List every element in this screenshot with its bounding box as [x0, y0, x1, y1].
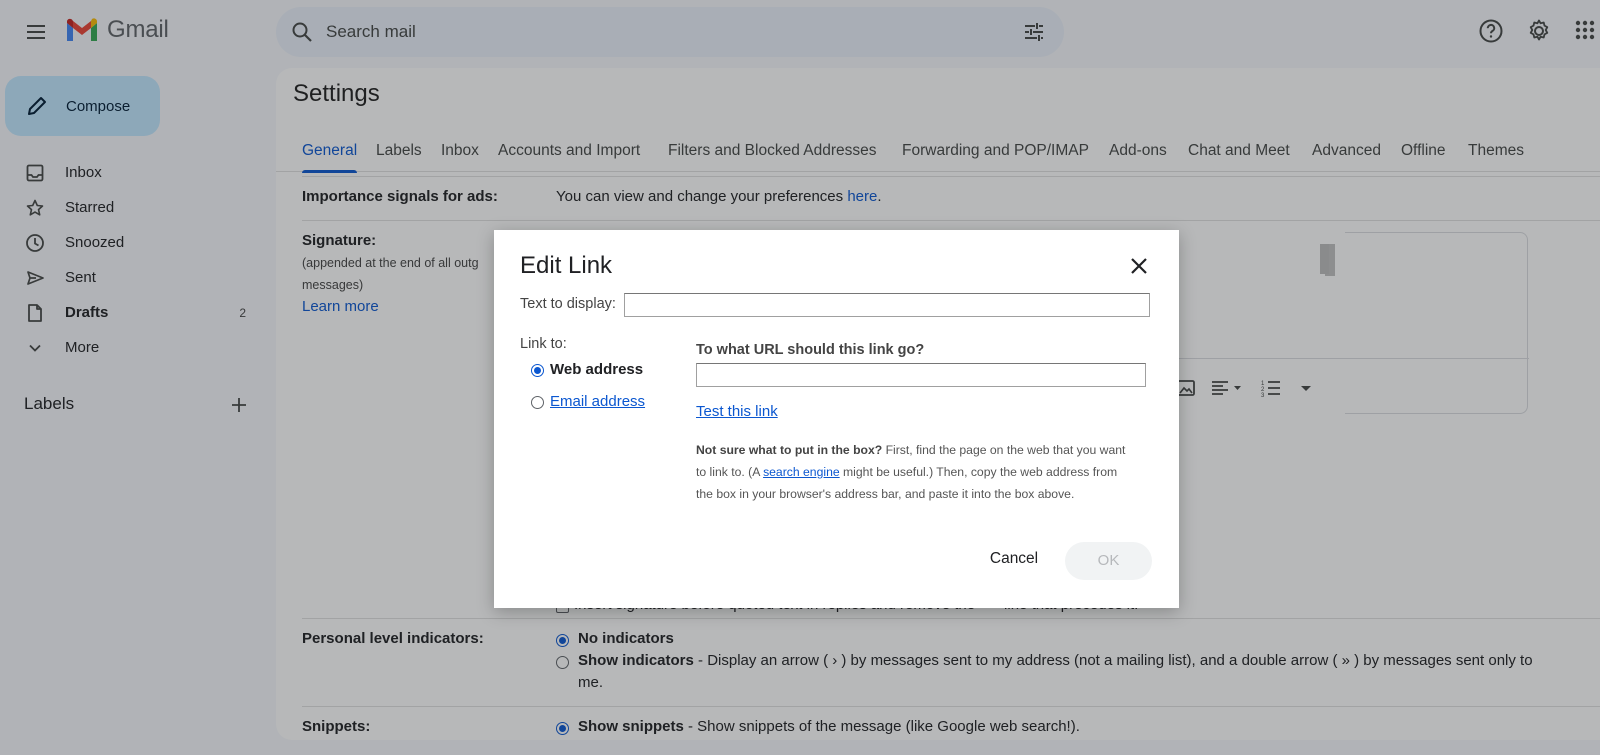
text-to-display-label: Text to display:	[520, 296, 616, 312]
url-help-text: Not sure what to put in the box? First, …	[696, 439, 1126, 505]
help-bold: Not sure what to put in the box?	[696, 443, 883, 457]
email-address-radio[interactable]	[531, 396, 544, 409]
dialog-title: Edit Link	[520, 252, 613, 279]
edit-link-dialog: Edit Link Text to display: Link to: Web …	[494, 230, 1179, 608]
search-engine-link[interactable]: search engine	[763, 465, 840, 479]
url-question: To what URL should this link go?	[696, 342, 925, 358]
email-address-link[interactable]: Email address	[550, 393, 645, 410]
test-this-link[interactable]: Test this link	[696, 403, 778, 420]
cancel-button[interactable]: Cancel	[974, 541, 1054, 577]
close-icon[interactable]	[1125, 252, 1153, 280]
url-input[interactable]	[696, 363, 1146, 387]
ok-button[interactable]: OK	[1065, 542, 1152, 580]
text-to-display-input[interactable]	[624, 293, 1150, 317]
link-to-label: Link to:	[520, 336, 567, 352]
web-address-radio[interactable]	[531, 364, 544, 377]
web-address-label[interactable]: Web address	[550, 361, 643, 378]
